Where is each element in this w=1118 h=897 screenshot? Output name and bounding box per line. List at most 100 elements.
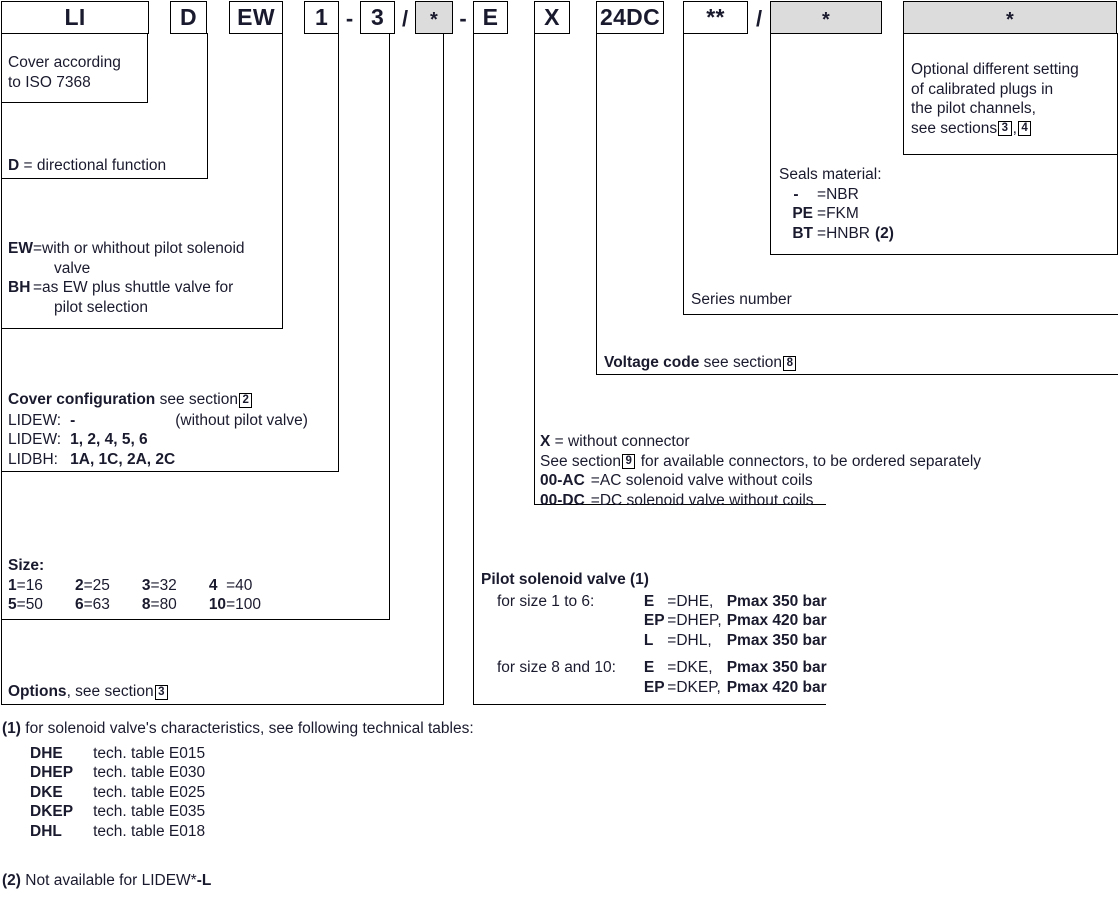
pilot-solenoid-table: for size 1 to 6: E = DHE, Pmax 350 bar E… <box>481 592 827 698</box>
pilot-solenoid-g2-row2-eq: = <box>667 678 677 696</box>
footnote-1-row-dhl-table: tech. table E018 <box>93 822 206 840</box>
voltage-code-title: Voltage code <box>604 354 700 371</box>
cover-iso-line2: to ISO 7368 <box>8 73 91 91</box>
options-section-ref[interactable]: 3 <box>154 684 168 700</box>
pilot-solenoid-g1-row2: EP = DHEP, Pmax 420 bar <box>481 611 827 631</box>
code-segment-voltage-label: 24DC <box>599 4 660 30</box>
code-segment-ew[interactable]: EW <box>229 1 283 34</box>
directional-function-label: directional function <box>36 157 167 174</box>
optional-plugs-section-ref-3[interactable]: 3 <box>998 121 1012 136</box>
pilot-solenoid-g2-row1: for size 8 and 10: E = DKE, Pmax 350 bar <box>481 650 827 678</box>
cover-config-row-3-values: 1A, 1C, 2A, 2C <box>70 450 176 468</box>
code-segment-series-label: ** <box>706 4 725 30</box>
pilot-solenoid-g2-row2-pmax: Pmax 420 bar <box>726 678 827 696</box>
code-segment-seals[interactable]: * <box>770 1 882 34</box>
cover-config-title: Cover configuration <box>8 391 156 408</box>
size-entry-5-eq: = <box>16 596 26 613</box>
code-segment-pilot-solenoid[interactable]: E <box>473 1 508 34</box>
function-block-table: EW = with or whithout pilot solenoid val… <box>8 239 245 317</box>
function-row-bh-cont: pilot selection <box>8 298 245 318</box>
size-entry-6-eq: = <box>83 596 93 613</box>
code-segment-connector-label: X <box>544 4 560 30</box>
code-segment-connector[interactable]: X <box>534 1 570 34</box>
code-segment-d[interactable]: D <box>170 1 207 34</box>
connector-block: X = without connector See section 9 for a… <box>540 432 981 510</box>
size-entry-6-value: 63 <box>92 596 110 613</box>
size-row-1: 1 = 16 2 = 25 3 = 32 4 = 40 <box>8 576 261 596</box>
connector-row-ac: 00-AC = AC solenoid valve without coils <box>540 471 814 491</box>
function-row-ew: EW = with or whithout pilot solenoid <box>8 239 245 259</box>
seals-row-hnbr: BT = HNBR (2) <box>779 224 894 244</box>
separator-dash-1: - <box>345 6 354 31</box>
pilot-solenoid-g1-row2-eq: = <box>667 612 677 629</box>
function-row-ew-cont: valve <box>8 259 245 279</box>
seals-row-nbr-eq: = <box>817 185 827 203</box>
code-segment-optional-plugs-label: * <box>1005 8 1015 31</box>
footnote-1-heading: (1) for solenoid valve's characteristics… <box>2 719 474 739</box>
seals-row-fkm-text: FKM <box>826 205 859 222</box>
seals-row-fkm-code: PE <box>792 205 813 222</box>
seals-row-fkm: PE = FKM <box>779 204 894 224</box>
voltage-code-section-ref[interactable]: 8 <box>783 355 797 371</box>
connector-section-ref[interactable]: 9 <box>622 454 636 469</box>
optional-plugs-line4-pre: see sections <box>911 119 998 137</box>
seals-row-nbr: - = NBR <box>779 185 894 205</box>
leader-d-right-wall <box>207 33 208 179</box>
connector-table: 00-AC = AC solenoid valve without coils … <box>540 471 814 510</box>
function-row-bh-code: BH <box>8 279 31 296</box>
pilot-solenoid-g1-row1-code: E <box>643 592 655 610</box>
footnote-2-text: Not available for LIDEW* <box>25 872 197 889</box>
function-block-text: EW = with or whithout pilot solenoid val… <box>8 239 245 317</box>
size-entry-8-eq: = <box>226 596 236 613</box>
pilot-solenoid-g1-row1-model: DHE, <box>676 592 714 610</box>
connector-line1-eq: = <box>554 433 564 450</box>
seals-row-hnbr-eq: = <box>817 224 827 242</box>
cover-config-row-1: LIDEW: - (without pilot valve) <box>8 411 308 431</box>
code-segment-seals-label: * <box>821 8 831 31</box>
pilot-solenoid-g1-row1-eq: = <box>667 592 677 610</box>
code-segment-options[interactable]: * <box>415 1 453 34</box>
code-segment-voltage[interactable]: 24DC <box>596 1 664 34</box>
code-segment-size[interactable]: 1 <box>304 1 339 34</box>
leader-cover-config-right-wall <box>338 33 339 472</box>
cover-config-heading: Cover configuration see section 2 <box>8 390 308 410</box>
options-title: Options <box>8 683 67 700</box>
code-segment-optional-plugs[interactable]: * <box>903 1 1117 34</box>
size-entry-3-code: 3 <box>141 576 151 594</box>
footnote-1-row-dhe-code: DHE <box>30 744 63 762</box>
size-entry-4-value: 40 <box>235 576 253 594</box>
footnote-1-row-dhep-table: tech. table E030 <box>93 764 206 781</box>
directional-function-code: D <box>8 157 20 174</box>
connector-row-dc-text: DC solenoid valve without coils <box>599 491 814 509</box>
code-segment-li[interactable]: LI <box>1 1 149 34</box>
pilot-solenoid-g1-row2-pmax: Pmax 420 bar <box>726 612 827 629</box>
footnote-1-row-dhl: DHL tech. table E018 <box>2 822 205 842</box>
code-segment-series[interactable]: ** <box>683 1 748 34</box>
code-segment-size-label: 1 <box>314 4 329 30</box>
cover-config-row-2-values: 1, 2, 4, 5, 6 <box>70 431 148 448</box>
footnote-1-text: for solenoid valve's characteristics, se… <box>25 720 474 737</box>
cover-config-table: LIDEW: - (without pilot valve) LIDEW: 1,… <box>8 411 308 470</box>
code-segment-cover-config-label: 3 <box>370 4 385 30</box>
footnote-2: (2) Not available for LIDEW*-L <box>2 871 211 891</box>
seals-material-block: Seals material: - = NBR PE = FKM BT = HN… <box>779 165 894 243</box>
optional-plugs-section-ref-4[interactable]: 4 <box>1017 121 1032 136</box>
pilot-solenoid-g1-label: for size 1 to 6: <box>497 592 595 610</box>
code-segment-d-label: D <box>180 4 197 30</box>
footnote-1: (1) for solenoid valve's characteristics… <box>2 719 474 841</box>
connector-row-ac-eq: = <box>590 472 600 489</box>
model-code-diagram: LI D EW 1 - 3 / * - E X 24DC ** / * * Co… <box>0 0 1118 897</box>
code-segment-cover-config[interactable]: 3 <box>360 1 395 34</box>
cover-config-row-2-family: LIDEW: <box>8 431 62 448</box>
cover-config-section-ref[interactable]: 2 <box>239 392 253 408</box>
connector-line1: X = without connector <box>540 432 981 452</box>
pilot-solenoid-g1-row2-model: DHEP, <box>676 612 722 629</box>
seals-row-hnbr-code: BT <box>792 224 813 242</box>
pilot-solenoid-g2-row1-pmax: Pmax 350 bar <box>726 659 827 676</box>
cover-config-row-2: LIDEW: 1, 2, 4, 5, 6 <box>8 430 308 450</box>
connector-row-dc-eq: = <box>590 491 600 509</box>
pilot-solenoid-title: Pilot solenoid valve (1) <box>481 571 649 588</box>
options-see: , see section <box>66 683 154 700</box>
cover-config-row-2-note <box>175 430 308 450</box>
pilot-solenoid-g2-label: for size 8 and 10: <box>497 659 616 676</box>
